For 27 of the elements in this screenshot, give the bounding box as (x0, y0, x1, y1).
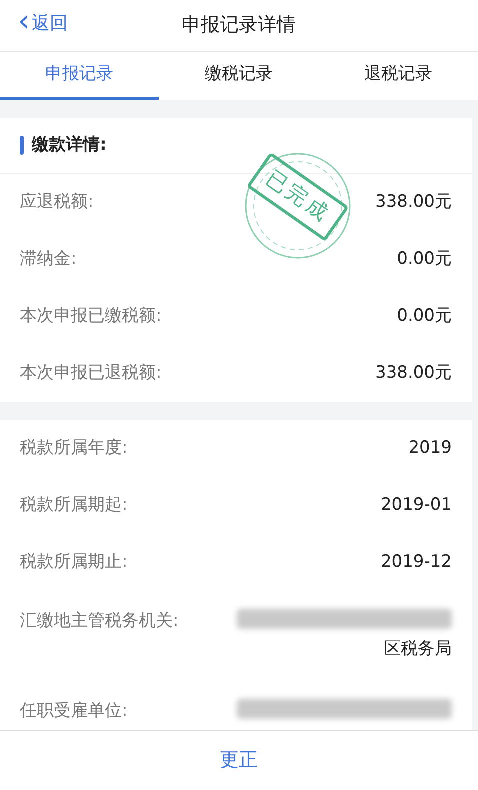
field-label: 本次申报已缴税额: (20, 304, 162, 328)
field-value: 2019-12 (380, 550, 452, 574)
status-stamp: 已完成 (246, 152, 350, 242)
correct-button[interactable]: 更正 (214, 745, 264, 776)
field-value: 338.00元 (376, 190, 452, 214)
field-label: 税款所属年度: (20, 436, 128, 460)
field-label: 应退税额: (20, 190, 94, 214)
field-value: 0.00元 (397, 304, 452, 328)
field-label: 滞纳金: (20, 248, 77, 271)
field-value: 2019 (408, 436, 452, 460)
back-button[interactable]: ‹返回 (14, 10, 72, 37)
field-value: 0.00元 (397, 248, 452, 271)
page-title: 申报记录详情 (182, 13, 296, 38)
field-label: 汇缴地主管税务机关: (20, 610, 179, 633)
field-label: 任职受雇单位: (20, 700, 128, 723)
field-label: 税款所属期止: (20, 550, 128, 574)
tab[interactable]: 退税记录 (318, 52, 478, 100)
back-icon: ‹ (18, 8, 30, 36)
tab[interactable]: 申报记录 (0, 52, 160, 100)
field-label: 税款所属期起: (20, 494, 128, 517)
field-value: 2019-01 (380, 494, 452, 517)
field-label: 本次申报已退税额: (20, 362, 162, 385)
tab[interactable]: 缴税记录 (159, 52, 319, 100)
section-title: 缴款详情: (32, 134, 107, 157)
field-value: 338.00元 (376, 362, 452, 385)
field-value: 区税务局 (384, 638, 452, 661)
section-marker (20, 136, 24, 155)
